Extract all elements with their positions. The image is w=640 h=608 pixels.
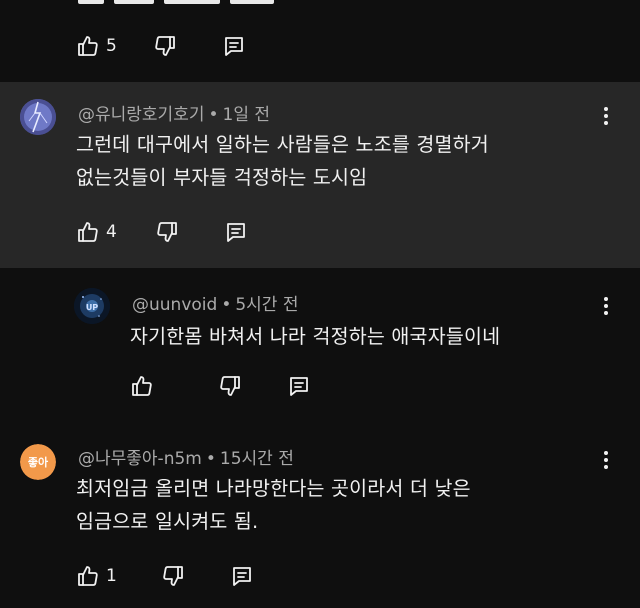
comment-meta: @uunvoid • 5시간 전 (132, 290, 298, 315)
comment-time: 1일 전 (222, 105, 271, 125)
reply-button[interactable] (222, 34, 246, 58)
thumbs-up-icon (78, 36, 98, 56)
like-button[interactable]: 1 (76, 564, 117, 588)
comment-time: 15시간 전 (219, 449, 294, 469)
thumbs-up-icon (132, 376, 152, 396)
lightning-avatar-icon (20, 99, 56, 135)
thumbs-up-icon (78, 566, 98, 586)
more-vert-icon (604, 297, 608, 301)
comment-text-cut (78, 0, 298, 8)
comment-actions (130, 372, 311, 400)
avatar-label: UP (86, 303, 98, 312)
thumbs-down-icon (220, 376, 240, 396)
author-name[interactable]: @유니랑호기호기 (78, 105, 204, 125)
comment-time: 5시간 전 (235, 295, 299, 315)
author-name[interactable]: @나무좋아-n5m (78, 449, 202, 469)
comment-meta: @유니랑호기호기 • 1일 전 (78, 100, 270, 125)
comment-meta: @나무좋아-n5m • 15시간 전 (78, 444, 294, 469)
comment-text: 자기한몸 바쳐서 나라 걱정하는 애국자들이네 (130, 325, 501, 348)
thumbs-down-icon (163, 566, 183, 586)
reply-icon (224, 37, 243, 56)
thumbs-down-icon (157, 222, 177, 242)
avatar[interactable]: UP (74, 288, 110, 324)
comment-actions: 5 (76, 32, 246, 60)
reply-icon (290, 377, 308, 396)
comment-partial: 5 (0, 0, 640, 82)
meta-separator: • (205, 449, 216, 469)
like-button[interactable] (130, 374, 154, 398)
like-button[interactable]: 5 (76, 34, 117, 58)
reply-button[interactable] (287, 374, 311, 398)
dislike-button[interactable] (161, 564, 185, 588)
reply-button[interactable] (230, 564, 254, 588)
comment-item: @유니랑호기호기 • 1일 전 그런데 대구에서 일하는 사람들은 노조를 경멸하거… (0, 82, 640, 268)
thumbs-up-icon (78, 222, 98, 242)
dislike-button[interactable] (155, 220, 179, 244)
comment-text: 그런데 대구에서 일하는 사람들은 노조를 경멸하거 없는것들이 부자들 걱정하… (76, 133, 489, 189)
comment-text: 최저임금 올리면 나라망한다는 곳이라서 더 낮은 임금으로 일시켜도 됨. (76, 477, 471, 533)
reply-item: UP @uunvoid • 5시간 전 자기한몸 바쳐서 나라 걱정하는 애국자들이… (0, 268, 640, 422)
reply-button[interactable] (224, 220, 248, 244)
like-count: 4 (106, 222, 117, 242)
avatar-icon: 좋아 (20, 444, 56, 480)
reply-icon (232, 567, 251, 586)
dislike-button[interactable] (153, 34, 177, 58)
avatar[interactable]: 좋아 (20, 444, 56, 480)
like-count: 1 (106, 566, 117, 586)
avatar-label: 좋아 (28, 455, 49, 469)
comment-actions: 4 (76, 218, 248, 246)
more-vert-icon (604, 107, 608, 111)
dislike-button[interactable] (218, 374, 242, 398)
like-button[interactable]: 4 (76, 220, 117, 244)
reply-icon (226, 223, 245, 242)
more-options-button[interactable] (596, 294, 616, 318)
like-count: 5 (106, 36, 117, 56)
author-name[interactable]: @uunvoid (132, 295, 217, 315)
thumbs-down-icon (155, 36, 175, 56)
meta-separator: • (208, 105, 219, 125)
comment-item: 좋아 @나무좋아-n5m • 15시간 전 최저임금 올리면 나라망한다는 곳이라서… (0, 422, 640, 608)
galaxy-avatar-icon: UP (74, 288, 110, 324)
more-vert-icon (604, 451, 608, 455)
more-options-button[interactable] (596, 448, 616, 472)
avatar[interactable] (20, 99, 56, 135)
meta-separator: • (221, 295, 232, 315)
comment-actions: 1 (76, 562, 254, 590)
more-options-button[interactable] (596, 104, 616, 128)
